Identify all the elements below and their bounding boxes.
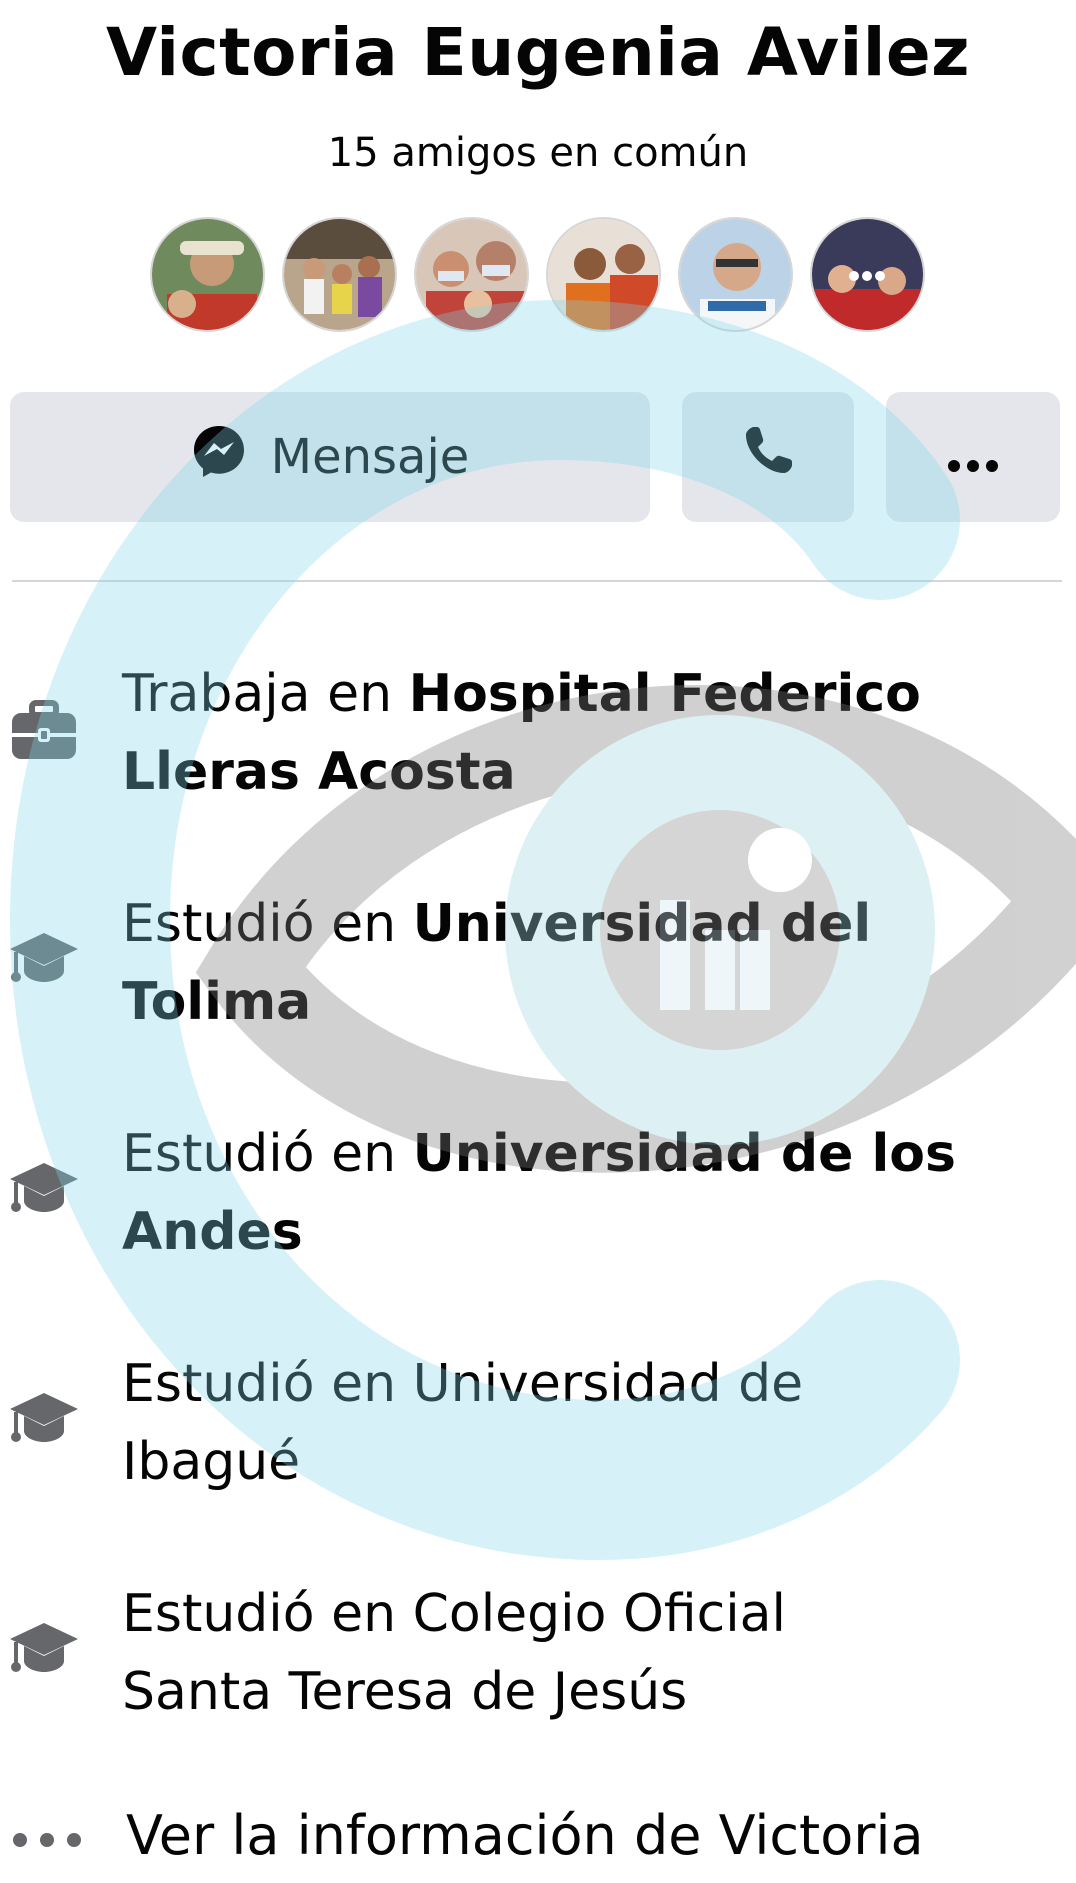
school-name-cont[interactable]: Santa Teresa de Jesús [122, 1662, 687, 1722]
info-item-work[interactable]: Trabaja en Hospital Federico Lleras Acos… [0, 655, 1076, 815]
profile-actions: Mensaje [10, 392, 1060, 524]
more-horizontal-icon [947, 429, 999, 485]
message-button-label: Mensaje [270, 429, 470, 485]
graduation-cap-icon [8, 925, 80, 997]
workplace-name-cont[interactable]: Lleras Acosta [122, 742, 516, 802]
info-item-education-1[interactable]: Estudió en Universidad del Tolima [0, 885, 1076, 1045]
info-item-prefix: Estudió en [122, 1124, 413, 1184]
profile-name: Victoria Eugenia Avilez [105, 14, 971, 91]
graduation-cap-icon [8, 1155, 80, 1227]
phone-icon [740, 423, 796, 491]
message-button[interactable]: Mensaje [10, 392, 650, 522]
school-name[interactable]: Universidad de [413, 1354, 804, 1414]
mutual-friends-avatars [150, 217, 925, 332]
see-more-info-label: Ver la información de Victoria [126, 1804, 924, 1867]
mutual-friends-count[interactable]: 15 amigos en común [0, 130, 1076, 176]
mutual-friend-avatar-4[interactable] [546, 217, 661, 332]
info-item-education-2[interactable]: Estudió en Universidad de los Andes [0, 1115, 1076, 1275]
mutual-friend-avatar-1[interactable] [150, 217, 265, 332]
mutual-friend-avatar-6[interactable] [810, 217, 925, 332]
school-name[interactable]: Colegio Oficial [413, 1584, 786, 1644]
mutual-friend-avatar-3[interactable] [414, 217, 529, 332]
more-options-button[interactable] [886, 392, 1060, 522]
messenger-icon [191, 423, 247, 491]
school-name-cont[interactable]: Ibagué [122, 1432, 300, 1492]
info-item-education-4[interactable]: Estudió en Colegio Oficial Santa Teresa … [0, 1575, 1076, 1735]
graduation-cap-icon [8, 1615, 80, 1687]
mutual-friend-avatar-2[interactable] [282, 217, 397, 332]
info-item-prefix: Estudió en [122, 1354, 413, 1414]
section-divider [12, 580, 1062, 582]
briefcase-icon [8, 695, 80, 767]
school-name[interactable]: Universidad del [413, 894, 872, 954]
more-horizontal-icon [12, 1832, 82, 1848]
school-name-cont[interactable]: Tolima [122, 972, 311, 1032]
mutual-friend-avatar-5[interactable] [678, 217, 793, 332]
workplace-name[interactable]: Hospital Federico [409, 664, 921, 724]
info-item-prefix: Trabaja en [122, 664, 409, 724]
info-item-prefix: Estudió en [122, 1584, 413, 1644]
info-item-education-3[interactable]: Estudió en Universidad de Ibagué [0, 1345, 1076, 1505]
school-name[interactable]: Universidad de los [413, 1124, 956, 1184]
see-more-info-link[interactable]: Ver la información de Victoria [0, 1800, 1076, 1880]
graduation-cap-icon [8, 1385, 80, 1457]
call-button[interactable] [682, 392, 854, 522]
info-item-prefix: Estudió en [122, 894, 413, 954]
school-name-cont[interactable]: Andes [122, 1202, 303, 1262]
